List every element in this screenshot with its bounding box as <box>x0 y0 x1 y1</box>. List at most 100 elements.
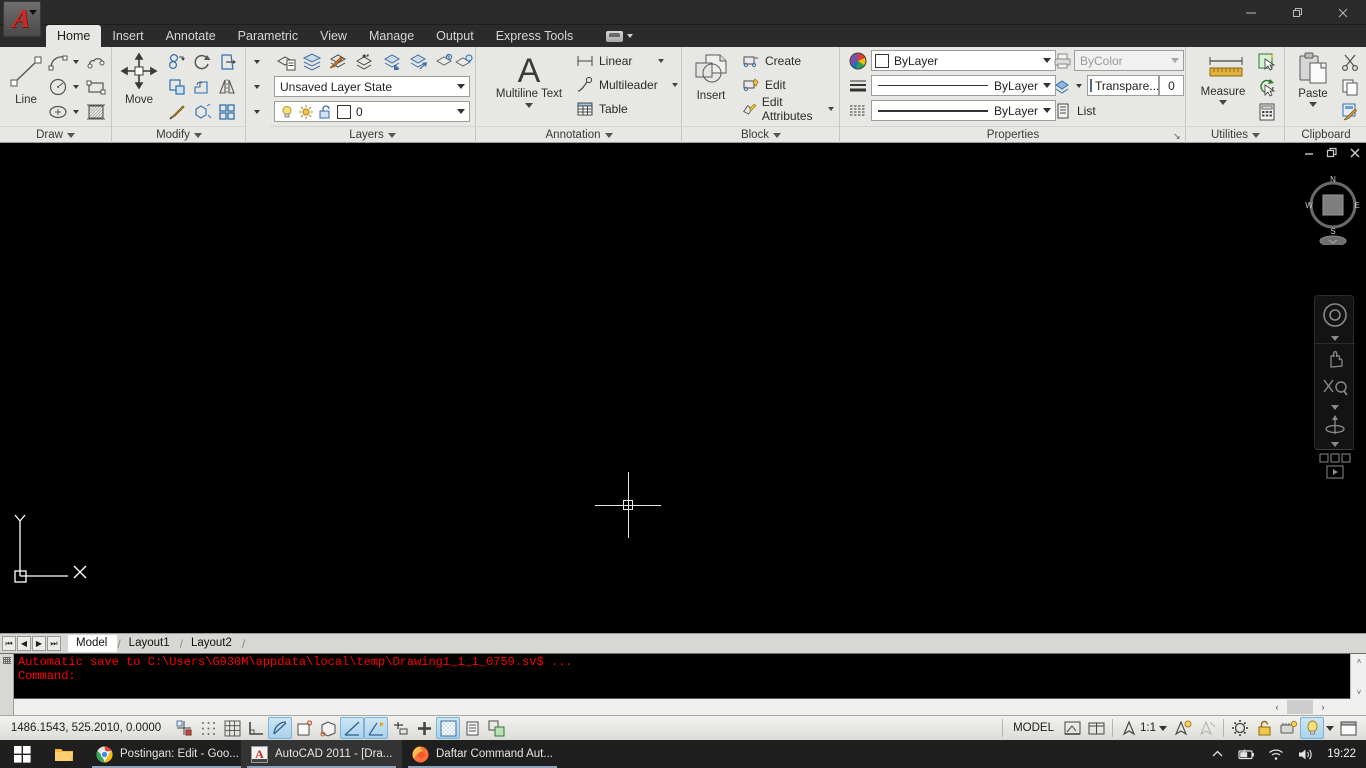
layer-state-combo[interactable]: Unsaved Layer State <box>274 76 470 97</box>
transparency-layer-button[interactable] <box>1051 75 1073 99</box>
transparency-value-field[interactable]: 0 <box>1159 75 1184 96</box>
window-restore-button[interactable] <box>1274 0 1320 25</box>
scale-tool-button[interactable] <box>190 75 214 99</box>
quick-properties-toggle[interactable] <box>460 717 484 739</box>
transparency-field[interactable]: Transpare... <box>1087 75 1159 96</box>
sun-icon[interactable] <box>298 104 314 120</box>
panel-title-clipboard[interactable]: Clipboard <box>1286 126 1366 143</box>
object-color-icon-button[interactable] <box>846 49 870 73</box>
cut-button[interactable] <box>1338 50 1362 74</box>
panel-title-utilities[interactable]: Utilities <box>1187 126 1284 143</box>
model-space-label[interactable]: MODEL <box>1007 722 1060 734</box>
snap-mode-toggle[interactable] <box>196 717 220 739</box>
object-color-combo[interactable]: ByLayer <box>871 50 1056 71</box>
dynamic-ucs-toggle[interactable] <box>364 717 388 739</box>
panel-title-draw[interactable]: Draw <box>0 126 111 143</box>
chevron-down-icon[interactable] <box>672 82 678 87</box>
linetype-icon-button[interactable] <box>846 74 870 98</box>
move-tool-button[interactable]: Move <box>115 49 163 123</box>
tab-output[interactable]: Output <box>425 25 485 47</box>
transparency-dropdown[interactable] <box>1073 74 1084 98</box>
ellipse-dropdown[interactable] <box>70 100 81 124</box>
unlock-icon[interactable] <box>317 104 333 120</box>
ortho-mode-toggle[interactable] <box>244 717 268 739</box>
quick-view-drawings-button[interactable] <box>1084 717 1108 739</box>
view-cube[interactable]: N S E W <box>1304 170 1362 247</box>
multileader-button[interactable]: Multileader <box>573 73 681 96</box>
panel-title-modify[interactable]: Modify <box>113 126 245 143</box>
chevron-down-icon[interactable] <box>1219 100 1227 105</box>
trim-tool-button[interactable] <box>215 50 239 74</box>
pan-button[interactable] <box>1315 343 1355 373</box>
scroll-up-icon[interactable]: ˄ <box>1351 654 1366 669</box>
panel-title-properties[interactable]: Properties ↘ <box>841 126 1185 143</box>
explode-tool-button[interactable] <box>190 100 214 124</box>
layer-previous-button[interactable] <box>352 50 376 74</box>
taskbar-item-autocad[interactable]: A AutoCAD 2011 - [Dra... <box>241 740 403 768</box>
prev-tab-button[interactable]: ◀ <box>17 636 31 651</box>
tab-manage[interactable]: Manage <box>358 25 425 47</box>
scroll-right-icon[interactable]: › <box>1313 699 1333 715</box>
layer-match-button[interactable] <box>326 50 350 74</box>
tab-insert[interactable]: Insert <box>101 25 154 47</box>
revcloud-tool-button[interactable] <box>84 50 108 74</box>
clean-screen-button[interactable] <box>1336 717 1360 739</box>
lock-toolbars-button[interactable] <box>1252 717 1276 739</box>
scroll-down-icon[interactable]: ˅ <box>1351 685 1366 700</box>
tab-view[interactable]: View <box>309 25 358 47</box>
paste-button[interactable]: Paste <box>1288 49 1338 123</box>
rectangle-tool-button[interactable] <box>84 75 108 99</box>
list-button[interactable]: List <box>1051 99 1121 122</box>
first-tab-button[interactable]: ⏮ <box>2 636 16 651</box>
quick-view-layouts-button[interactable] <box>1060 717 1084 739</box>
orbit-button[interactable] <box>1315 412 1355 440</box>
start-button[interactable] <box>0 740 44 768</box>
next-tab-button[interactable]: ▶ <box>32 636 46 651</box>
workspace-switch-button[interactable] <box>606 25 634 47</box>
taskbar-item-file-explorer[interactable] <box>44 740 84 768</box>
command-horizontal-scrollbar[interactable]: ‹ › <box>14 699 1366 715</box>
array-tool-button[interactable] <box>215 100 239 124</box>
tab-annotate[interactable]: Annotate <box>155 25 227 47</box>
layer-make-current-button[interactable] <box>380 50 404 74</box>
volume-icon[interactable] <box>1297 748 1314 761</box>
plot-style-icon-button[interactable] <box>1051 50 1073 71</box>
layout-tab-layout1[interactable]: Layout1 <box>120 635 180 652</box>
match-properties-tool-button[interactable] <box>165 100 189 124</box>
layer-stack-button[interactable] <box>300 50 324 74</box>
lineweight-toggle[interactable] <box>412 717 436 739</box>
drawing-close-button[interactable] <box>1348 146 1362 160</box>
zoom-dropdown[interactable] <box>1315 403 1355 412</box>
quick-calc-update-button[interactable] <box>1255 75 1279 99</box>
command-window-grip[interactable] <box>0 654 14 716</box>
measure-button[interactable]: Measure <box>1195 49 1251 123</box>
stretch-tool-button[interactable] <box>165 75 189 99</box>
create-block-button[interactable]: Create <box>739 49 833 72</box>
infer-constraints-toggle[interactable] <box>172 717 196 739</box>
last-tab-button[interactable]: ⏭ <box>47 636 61 651</box>
arc-tool-button[interactable] <box>46 50 70 74</box>
scroll-thumb[interactable] <box>1287 700 1313 714</box>
chevron-down-icon[interactable] <box>1159 725 1167 731</box>
workspace-settings-button[interactable] <box>1228 717 1252 739</box>
hatch-tool-button[interactable] <box>84 100 108 124</box>
mirror-tool-button[interactable] <box>215 75 239 99</box>
show-hidden-icons-button[interactable] <box>1211 748 1224 761</box>
quick-select-button[interactable] <box>1255 50 1279 74</box>
copy-tool-button[interactable] <box>165 50 189 74</box>
transparency-toggle[interactable] <box>436 717 460 739</box>
zoom-extents-button[interactable] <box>1315 373 1355 403</box>
linear-dimension-button[interactable]: Linear <box>573 49 667 72</box>
ellipse-tool-button[interactable] <box>46 100 70 124</box>
circle-dropdown[interactable] <box>70 75 81 99</box>
3d-object-snap-toggle[interactable] <box>316 717 340 739</box>
layer-color-swatch[interactable] <box>337 104 351 119</box>
window-minimize-button[interactable] <box>1228 0 1274 25</box>
layer-properties-button[interactable] <box>274 50 298 74</box>
layer-set-current-button[interactable] <box>406 50 430 74</box>
chevron-down-icon[interactable] <box>452 102 469 121</box>
chevron-down-icon[interactable] <box>1309 102 1317 107</box>
grid-display-toggle[interactable] <box>220 717 244 739</box>
steering-wheel-dropdown[interactable] <box>1315 334 1355 343</box>
light-bulb-icon[interactable] <box>279 104 295 120</box>
